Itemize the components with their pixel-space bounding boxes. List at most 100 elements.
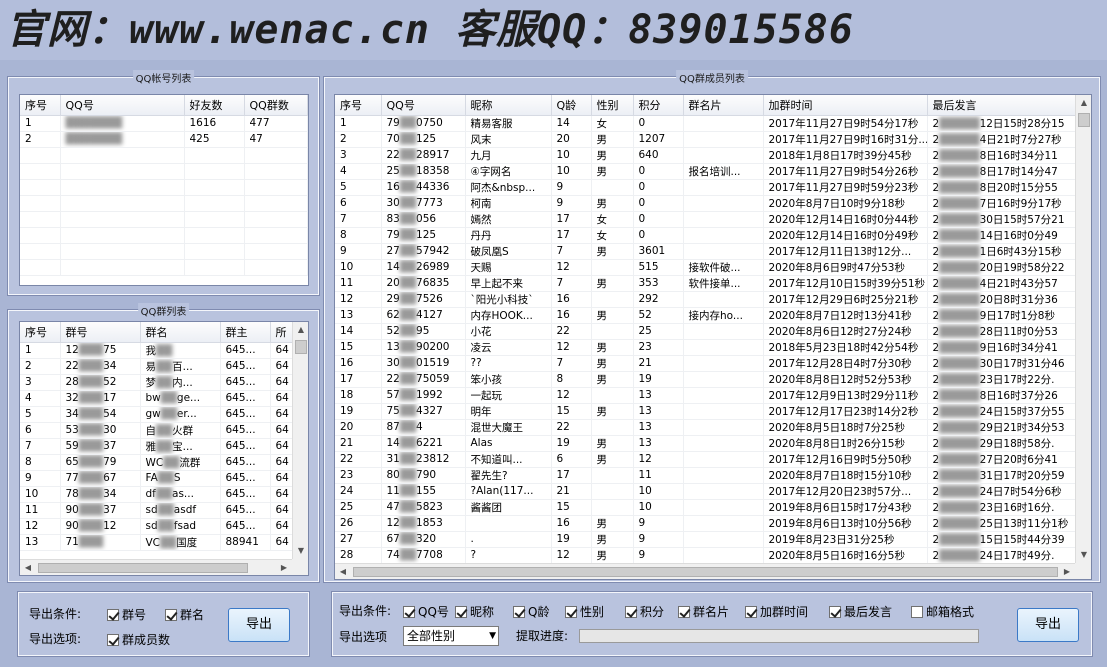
table-row[interactable]: 11 20██76835 早上起不来 7 男 353 软件接单... 2017年12月10日1… <box>335 275 1077 292</box>
checkbox-4[interactable]: 性别 <box>565 603 604 620</box>
members-hscroll-thumb[interactable] <box>353 567 1058 577</box>
column-header[interactable]: Q龄 <box>551 95 592 116</box>
table-row[interactable]: 11 90███37 sd██asdf 645... 64 <box>20 502 308 519</box>
checkbox-box[interactable] <box>829 605 841 618</box>
checkbox-box[interactable] <box>403 605 415 618</box>
table-row[interactable]: 17 22██75059 笨小孩 8 男 19 2020年8月8日12时52分53秒 2███… <box>335 371 1077 388</box>
scroll-up-icon[interactable]: ▲ <box>1076 95 1091 111</box>
table-row[interactable]: 19 75██4327 明年 15 男 13 2017年12月17日23时14分2秒 2███… <box>335 403 1077 420</box>
checkbox-box[interactable] <box>745 605 757 618</box>
column-header[interactable]: 群名 <box>140 322 221 343</box>
column-header[interactable]: 序号 <box>20 95 61 116</box>
table-row[interactable]: 23 80██790 翟先生? 17 11 2020年8月7日18时15分10秒 2████… <box>335 467 1077 484</box>
checkbox-box[interactable] <box>165 608 177 621</box>
table-row[interactable]: 6 30██7773 柯南 9 男 0 2020年8月7日10时9分18秒 2█████7日1… <box>335 195 1077 212</box>
scroll-right-icon[interactable]: ▶ <box>1059 564 1075 579</box>
scroll-left-icon[interactable]: ◀ <box>335 564 351 579</box>
table-row[interactable]: 16 30██01519?? 7 男 21 2017年12月28日4时7分30秒 2████… <box>335 355 1077 372</box>
table-row[interactable]: 20 87██4 混世大魔王 22 13 2020年8月5日18时7分25秒 2█████2… <box>335 419 1077 436</box>
table-row[interactable]: 9 77███67 FA██S 645... 64 <box>20 470 308 487</box>
table-row[interactable]: 22 31██23812 不知道叫... 6 男 12 2017年12月16日9时5分50秒… <box>335 451 1077 468</box>
groups-vscroll-thumb[interactable] <box>295 340 307 354</box>
checkbox-2[interactable]: 昵称 <box>455 603 494 620</box>
checkbox-box[interactable] <box>678 605 690 618</box>
members-hscroll[interactable]: ◀ ▶ <box>335 563 1075 579</box>
checkbox-3[interactable]: Q龄 <box>513 603 549 620</box>
column-header[interactable]: 好友数 <box>184 95 245 116</box>
gender-select[interactable]: 全部性别 ▼ <box>403 626 499 646</box>
table-row[interactable]: 7 83██056 嫣然 17 女 0 2020年12月14日16时0分44秒 2█████3… <box>335 211 1077 228</box>
table-row[interactable]: 15 13██90200 凌云 12 男 23 2018年5月23日18时42分54秒 2██… <box>335 339 1077 356</box>
column-header[interactable]: QQ号 <box>60 95 185 116</box>
scroll-up-icon[interactable]: ▲ <box>293 322 308 338</box>
group-export-button[interactable]: 导出 <box>228 608 290 642</box>
member-export-button[interactable]: 导出 <box>1017 608 1079 642</box>
table-row[interactable]: 6 53███30 自██火群 645... 64 <box>20 422 308 439</box>
table-row[interactable]: 9 27██57942 破凤凰S 7 男 3601 2017年12月11日13时12分...… <box>335 243 1077 260</box>
scroll-right-icon[interactable]: ▶ <box>276 560 292 575</box>
table-row[interactable]: 25 47██5823 酱酱团 15 10 2019年8月6日15时17分43秒 2████… <box>335 499 1077 516</box>
table-row[interactable]: 12 29██7526 `阳光小科技` 16 292 2017年12月29日6时25分21… <box>335 291 1077 308</box>
scroll-down-icon[interactable]: ▼ <box>293 543 308 559</box>
table-row[interactable]: 18 57██1992 一起玩 12 13 2017年12月9日13时29分11秒 2███… <box>335 387 1077 404</box>
column-header[interactable]: 性别 <box>591 95 634 116</box>
table-row[interactable]: 4 32███17 bw██ge... 645... 64 <box>20 390 308 407</box>
scroll-down-icon[interactable]: ▼ <box>1076 547 1091 563</box>
members-vscroll[interactable]: ▲ ▼ <box>1075 95 1091 563</box>
checkbox-box[interactable] <box>625 605 637 618</box>
groups-list[interactable]: 序号 群号 群名 群主所 1 12███75 我██ 645... 64 2 22███34 易██… <box>19 321 309 576</box>
groups-hscroll-thumb[interactable] <box>38 563 248 573</box>
table-row[interactable]: 12 90███12 sd██fsad 645... 64 <box>20 518 308 535</box>
column-header[interactable]: 序号 <box>335 95 382 116</box>
checkbox-1[interactable]: QQ号 <box>403 603 449 620</box>
table-row[interactable]: 7 59███37 雅██宝... 645... 64 <box>20 438 308 455</box>
checkbox-6[interactable]: 群名片 <box>678 603 729 620</box>
column-header[interactable]: 加群时间 <box>763 95 928 116</box>
column-header[interactable]: 序号 <box>20 322 61 343</box>
column-header[interactable]: 昵称 <box>465 95 552 116</box>
column-header[interactable]: 积分 <box>633 95 684 116</box>
checkbox-9[interactable]: 邮箱格式 <box>911 603 974 620</box>
checkbox-box[interactable] <box>107 633 119 646</box>
table-row[interactable]: 3 28███52 梦██内... 645... 64 <box>20 374 308 391</box>
table-row[interactable]: 14 52██95 小花 22 25 2020年8月6日12时27分24秒 2█████28… <box>335 323 1077 340</box>
table-row[interactable]: 2 22███34 易██百... 645... 64 <box>20 358 308 375</box>
table-row[interactable]: 2 70██125 风末 20 男 1207 2017年11月27日9时16时31分... 2… <box>335 131 1077 148</box>
checkbox-8[interactable]: 最后发言 <box>829 603 892 620</box>
table-row[interactable]: 21 14██6221 Alas 19 男 13 2020年8月8日1时26分15秒 2███… <box>335 435 1077 452</box>
checkbox-group-name[interactable]: 群名 <box>165 606 204 623</box>
checkbox-member-count[interactable]: 群成员数 <box>107 631 170 648</box>
checkbox-box[interactable] <box>107 608 119 621</box>
table-row[interactable]: 26 12██1853 16 男 9 2019年8月6日13时10分56秒 2█████25… <box>335 515 1077 532</box>
groups-vscroll[interactable]: ▲ ▼ <box>292 322 308 559</box>
table-row[interactable]: 24 11██155 ?Alan(117... 21 10 2017年12月20日23时5… <box>335 483 1077 500</box>
checkbox-box[interactable] <box>513 605 525 618</box>
table-row[interactable]: 1 12███75 我██ 645... 64 <box>20 342 308 359</box>
checkbox-7[interactable]: 加群时间 <box>745 603 808 620</box>
groups-hscroll[interactable]: ◀ ▶ <box>20 559 292 575</box>
table-row[interactable]: 10 78███34 df██as... 645... 64 <box>20 486 308 503</box>
table-row[interactable]: 8 65███79 WC██流群 645... 64 <box>20 454 308 471</box>
column-header[interactable]: 群名片 <box>683 95 764 116</box>
checkbox-5[interactable]: 积分 <box>625 603 664 620</box>
checkbox-box[interactable] <box>455 605 467 618</box>
scroll-left-icon[interactable]: ◀ <box>20 560 36 575</box>
column-header[interactable]: 群主 <box>220 322 271 343</box>
table-row[interactable]: 4 25██18358 ④字网名 10 男 0 报名培训... 2017年11月27日9时54… <box>335 163 1077 180</box>
checkbox-group-id[interactable]: 群号 <box>107 606 146 623</box>
members-vscroll-thumb[interactable] <box>1078 113 1090 127</box>
table-row[interactable]: 5 16██44336 阿杰&nbsp... 9 0 2017年11月27日9时59分23… <box>335 179 1077 196</box>
table-row[interactable]: 2 ███████ 425 47 <box>20 131 308 148</box>
table-row[interactable]: 27 67██320. 19 男 9 2019年8月23日31分25秒 2█████15日1… <box>335 531 1077 548</box>
table-row[interactable]: 8 79██125 丹丹 17 女 0 2020年12月14日16时0分49秒 2█████1… <box>335 227 1077 244</box>
table-row[interactable]: 1 ███████ 1616 477 <box>20 115 308 132</box>
table-row[interactable]: 1 79██0750 精易客服 14 女 0 2017年11月27日9时54分17秒 2███… <box>335 115 1077 132</box>
accounts-list[interactable]: 序号 QQ号 好友数 QQ群数 1 ███████ 1616 477 2 ███████ 425 4… <box>19 94 309 286</box>
table-row[interactable]: 3 22██28917 九月 10 男 640 2018年1月8日17时39分45秒 2███… <box>335 147 1077 164</box>
column-header[interactable]: QQ群数 <box>244 95 308 116</box>
table-row[interactable]: 13 62██4127 内存HOOK... 16 男 52 接内存ho... 2020年8月7… <box>335 307 1077 324</box>
table-row[interactable]: 13 71███ VC██国度 88941 64 <box>20 534 308 551</box>
column-header[interactable]: 最后发言 <box>927 95 1077 116</box>
table-row[interactable]: 28 74██7708? 12 男 9 2020年8月5日16时16分5秒 2█████24… <box>335 547 1077 564</box>
table-row[interactable]: 10 14██26989 天赐 12 515 接软件破... 2020年8月6日9时47分5… <box>335 259 1077 276</box>
